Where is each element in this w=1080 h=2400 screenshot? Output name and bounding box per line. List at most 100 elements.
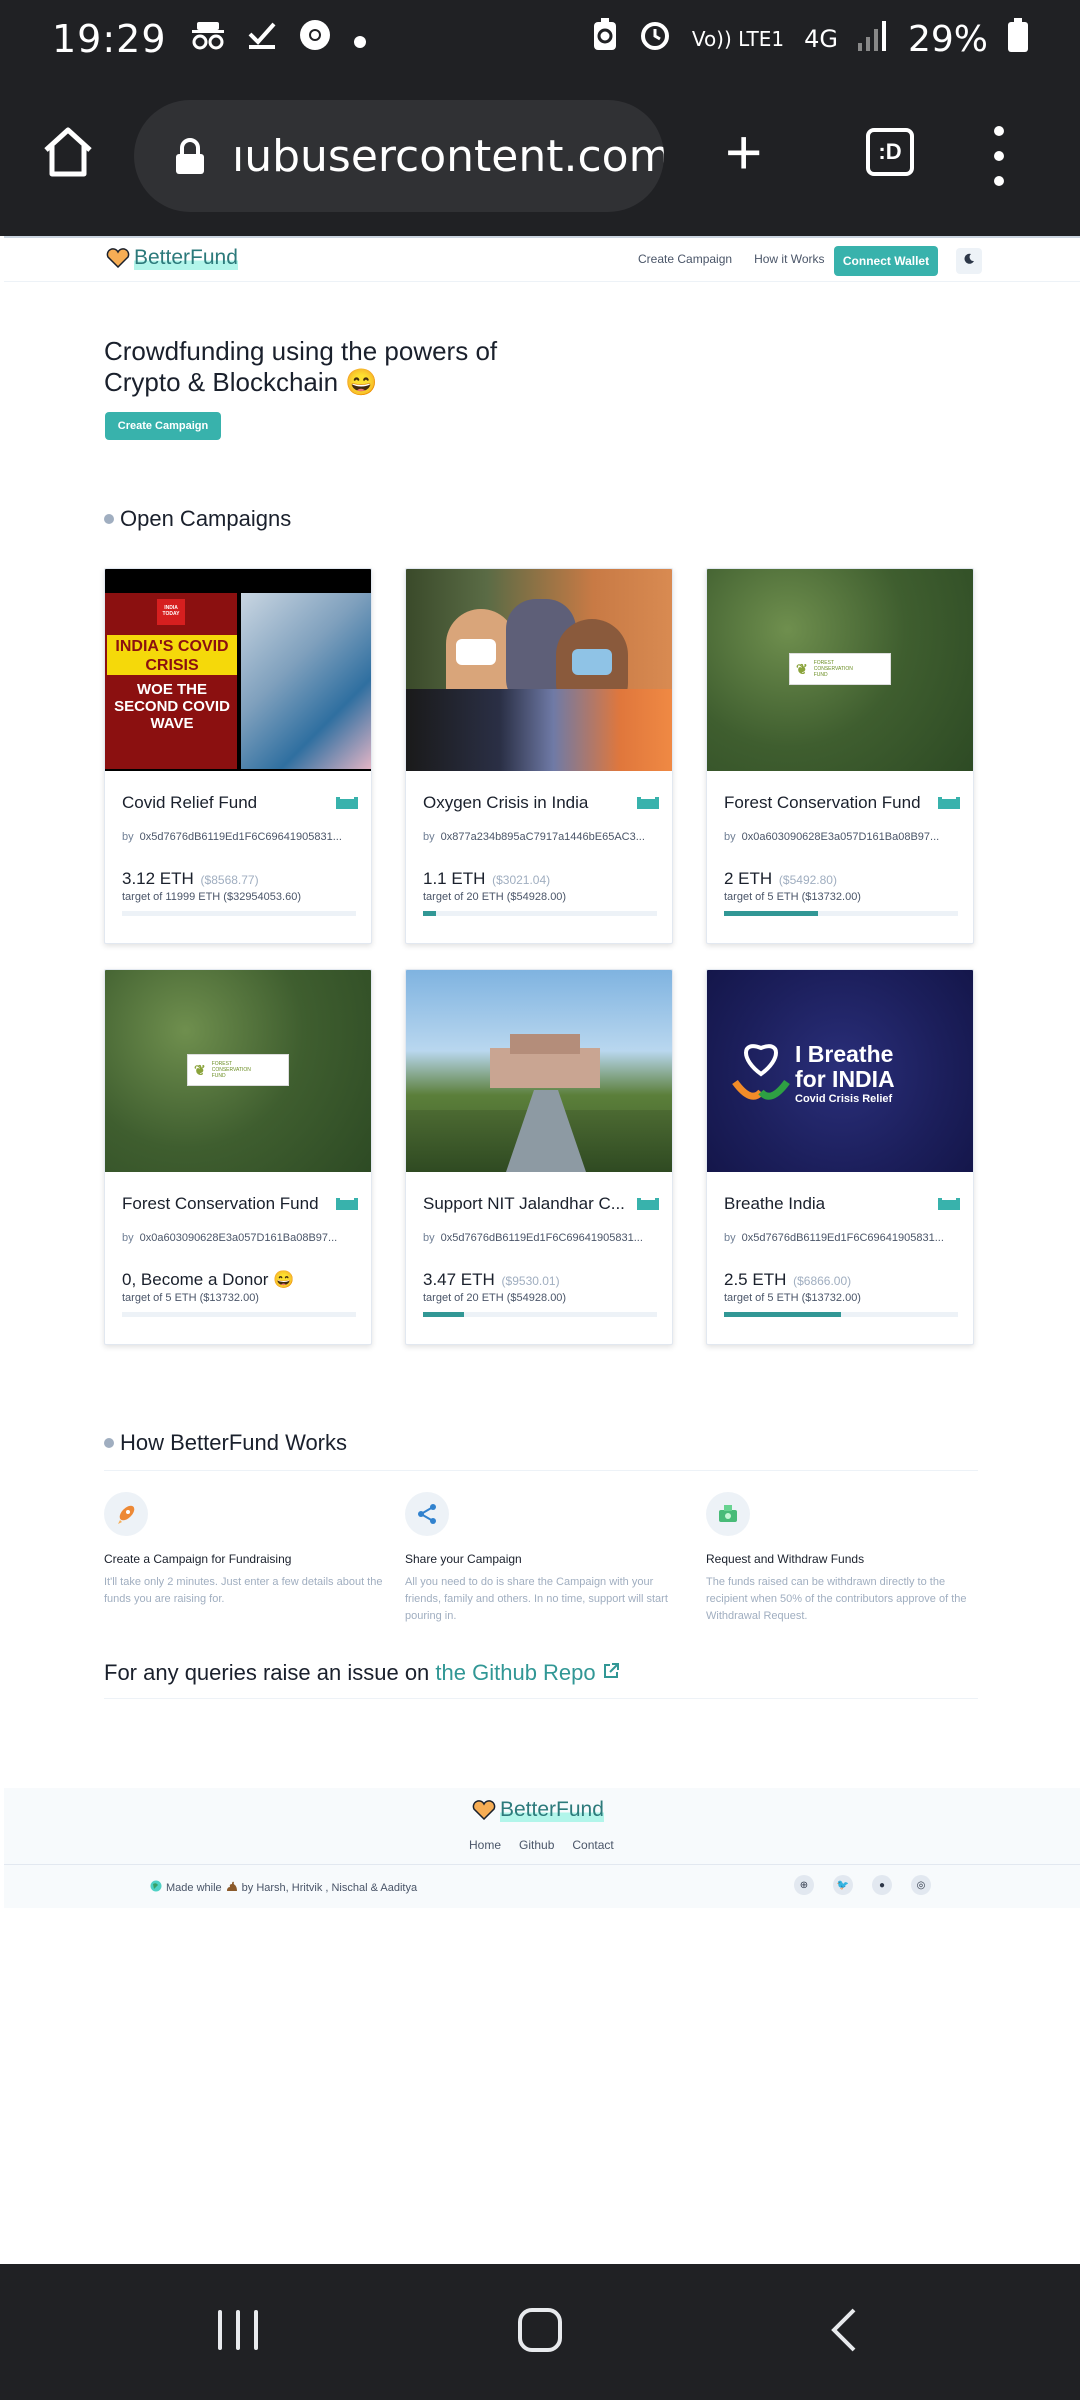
creator-address: 0x0a603090628E3a057D161Ba08B97... (139, 1232, 338, 1244)
home-button-icon[interactable] (518, 2308, 562, 2352)
amount-raised: 1.1 ETH (423, 869, 486, 888)
progress-bar (122, 1312, 356, 1317)
campaign-card[interactable]: INDIA TODAY INDIA'S COVID CRISIS WOE THE… (104, 568, 372, 944)
campaign-title: Forest Conservation Fund (122, 1194, 319, 1213)
amount-usd: ($3021.04) (492, 873, 551, 887)
tab-switcher-button[interactable]: :D (866, 128, 914, 176)
checkmark-icon (247, 20, 277, 58)
dot-icon (353, 22, 367, 57)
battery-saver-icon (592, 17, 618, 61)
hero-title: Crowdfunding using the powers of Crypto … (104, 336, 498, 397)
step-create-campaign: Create a Campaign for Fundraising It'll … (104, 1492, 384, 1608)
creator-address: 0x877a234b895aC7917a1446bE65AC3... (440, 831, 645, 843)
campaign-target: target of 11999 ETH ($32954053.60) (122, 891, 301, 903)
rocket-icon (104, 1492, 148, 1536)
campaign-image (406, 970, 672, 1172)
signal-icon (857, 19, 888, 60)
new-tab-icon[interactable]: + (725, 120, 762, 184)
back-icon[interactable] (828, 2308, 858, 2352)
how-it-works-steps: Create a Campaign for Fundraising It'll … (104, 1492, 984, 1632)
status-bar: 19:29 Vo)) LTE1 4G 29% (0, 0, 1080, 78)
donate-hand-icon (637, 795, 659, 811)
lock-icon (174, 138, 206, 174)
nav-how-it-works[interactable]: How it Works (754, 252, 824, 266)
status-time: 19:29 (52, 17, 167, 61)
footer-link-github[interactable]: Github (519, 1838, 554, 1852)
donate-hand-icon (336, 795, 358, 811)
campaign-image: ❦ FOREST CONSERVATION FUND (105, 970, 371, 1172)
github-icon[interactable]: ● (872, 1875, 892, 1895)
progress-bar (423, 911, 657, 916)
github-repo-link[interactable]: the Github Repo (435, 1660, 595, 1685)
divider (104, 1470, 978, 1471)
instagram-icon[interactable]: ◎ (911, 1875, 931, 1895)
donate-hand-icon (637, 1196, 659, 1212)
hero-create-campaign-button[interactable]: Create Campaign (105, 412, 221, 440)
globe-icon[interactable]: ⊕ (794, 1875, 814, 1895)
divider (104, 1698, 978, 1699)
how-it-works-heading: How BetterFund Works (104, 1430, 347, 1456)
poop-emoji-icon (226, 1880, 238, 1895)
bullet-icon (104, 514, 114, 524)
recent-apps-icon[interactable] (218, 2310, 258, 2350)
campaign-image: I Breathe for INDIA Covid Crisis Relief (707, 970, 973, 1172)
campaign-target: target of 20 ETH ($54928.00) (423, 1292, 567, 1304)
creator-address: 0x5d7676dB6119Ed1F6C69641905831... (440, 1232, 643, 1244)
campaign-card[interactable]: ❦ FOREST CONSERVATION FUND Forest Conser… (706, 568, 974, 944)
campaign-card[interactable]: I Breathe for INDIA Covid Crisis Relief … (706, 969, 974, 1345)
query-text: For any queries raise an issue on the Gi… (104, 1660, 620, 1686)
amount-usd: ($8568.77) (200, 873, 259, 887)
campaign-target: target of 5 ETH ($13732.00) (122, 1292, 259, 1304)
campaign-title: Breathe India (724, 1194, 826, 1213)
open-campaigns-heading: Open Campaigns (104, 506, 291, 532)
nav-create-campaign[interactable]: Create Campaign (638, 252, 732, 266)
creator-address: 0x5d7676dB6119Ed1F6C69641905831... (139, 831, 342, 843)
amount-usd: ($9530.01) (501, 1274, 560, 1288)
globe-emoji-icon (150, 1880, 162, 1895)
system-nav-bar (0, 2264, 1080, 2400)
amount-usd: ($6866.00) (793, 1274, 852, 1288)
campaign-card[interactable]: Oxygen Crisis in India by 0x877a234b895aC… (405, 568, 673, 944)
moon-icon (963, 252, 975, 270)
amount-raised: 3.12 ETH (122, 869, 194, 888)
amount-raised: 2.5 ETH (724, 1270, 787, 1289)
campaign-image: INDIA TODAY INDIA'S COVID CRISIS WOE THE… (105, 569, 371, 771)
divider (4, 1864, 1080, 1865)
site-logo[interactable]: BetterFund (106, 246, 238, 270)
footer-link-home[interactable]: Home (469, 1838, 501, 1852)
incognito-icon (191, 20, 225, 58)
made-by-text: Made while by Harsh, Hritvik , Nischal &… (150, 1880, 417, 1895)
site-navbar: BetterFund Create Campaign How it Works … (4, 236, 1080, 282)
volte-label: Vo)) LTE1 (691, 27, 785, 51)
footer-link-contact[interactable]: Contact (572, 1838, 613, 1852)
address-bar[interactable]: ıubusercontent.com (134, 100, 664, 212)
progress-bar (724, 1312, 958, 1317)
connect-wallet-button[interactable]: Connect Wallet (834, 246, 938, 276)
campaign-card[interactable]: ❦ FOREST CONSERVATION FUND Forest Conser… (104, 969, 372, 1345)
campaign-image (406, 569, 672, 771)
footer-logo[interactable]: BetterFund (472, 1798, 604, 1822)
forest-logo-icon: ❦ (796, 660, 808, 677)
dark-mode-toggle[interactable] (956, 248, 982, 274)
progress-bar (724, 911, 958, 916)
campaign-card[interactable]: Support NIT Jalandhar C... by 0x5d7676dB6… (405, 969, 673, 1345)
external-link-icon[interactable] (602, 1660, 620, 1685)
twitter-icon[interactable]: 🐦 (833, 1875, 853, 1895)
home-icon[interactable] (38, 122, 98, 182)
heart-logo-icon (472, 1800, 496, 1821)
campaign-target: target of 20 ETH ($54928.00) (423, 891, 567, 903)
site-footer: BetterFund Home Github Contact Made whil… (4, 1788, 1080, 1908)
menu-icon[interactable] (994, 126, 1006, 186)
campaign-title: Oxygen Crisis in India (423, 793, 589, 812)
share-icon (405, 1492, 449, 1536)
url-text: ıubusercontent.com (232, 130, 664, 182)
campaign-title: Covid Relief Fund (122, 793, 258, 812)
amount-raised: 3.47 ETH (423, 1270, 495, 1289)
amount-raised: 2 ETH (724, 869, 773, 888)
battery-icon (1008, 17, 1028, 61)
campaign-title: Forest Conservation Fund (724, 793, 921, 812)
creator-address: 0x5d7676dB6119Ed1F6C69641905831... (741, 1232, 944, 1244)
bullet-icon (104, 1438, 114, 1448)
campaign-target: target of 5 ETH ($13732.00) (724, 891, 861, 903)
progress-bar (122, 911, 356, 916)
